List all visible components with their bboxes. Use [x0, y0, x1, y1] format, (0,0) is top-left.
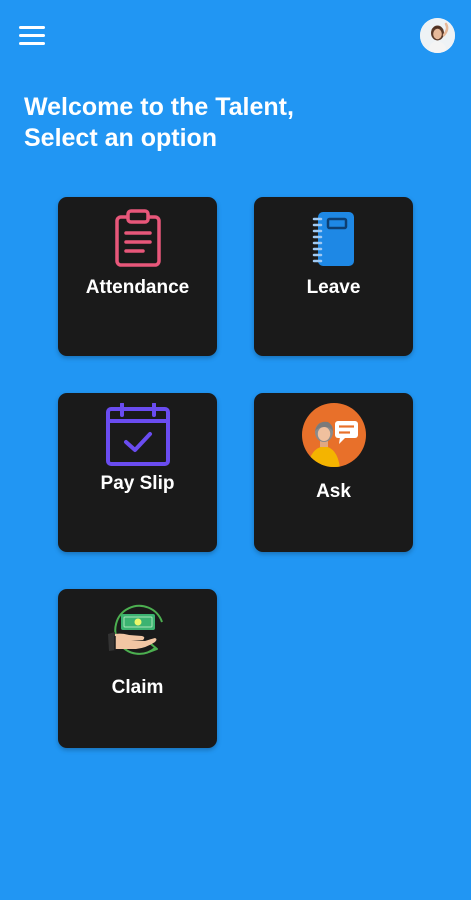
pay-slip-card[interactable]: Pay Slip — [58, 393, 217, 552]
user-avatar-icon — [420, 18, 455, 53]
claim-label: Claim — [111, 677, 164, 698]
cash-hand-icon — [107, 604, 163, 655]
app-header — [0, 0, 471, 70]
ask-label: Ask — [316, 481, 351, 502]
menu-button[interactable] — [17, 24, 47, 46]
clipboard-icon — [114, 209, 161, 267]
leave-card[interactable]: Leave — [254, 197, 413, 356]
hamburger-menu-icon-line — [19, 34, 45, 37]
claim-card[interactable]: Claim — [58, 589, 217, 748]
attendance-card[interactable]: Attendance — [58, 197, 217, 356]
page-title: Welcome to the Talent, Select an option — [24, 92, 444, 154]
welcome-line-1: Welcome to the Talent, — [24, 93, 294, 121]
ask-card[interactable]: Ask — [254, 393, 413, 552]
avatar[interactable] — [420, 18, 455, 53]
hamburger-menu-icon-line — [19, 42, 45, 45]
attendance-label: Attendance — [85, 277, 190, 298]
leave-label: Leave — [306, 277, 361, 298]
hamburger-menu-icon — [19, 26, 45, 29]
pay-slip-label: Pay Slip — [100, 473, 175, 494]
welcome-line-2: Select an option — [24, 124, 218, 152]
person-chat-icon — [301, 403, 366, 467]
calendar-check-icon — [105, 403, 170, 466]
notebook-icon — [312, 212, 354, 266]
